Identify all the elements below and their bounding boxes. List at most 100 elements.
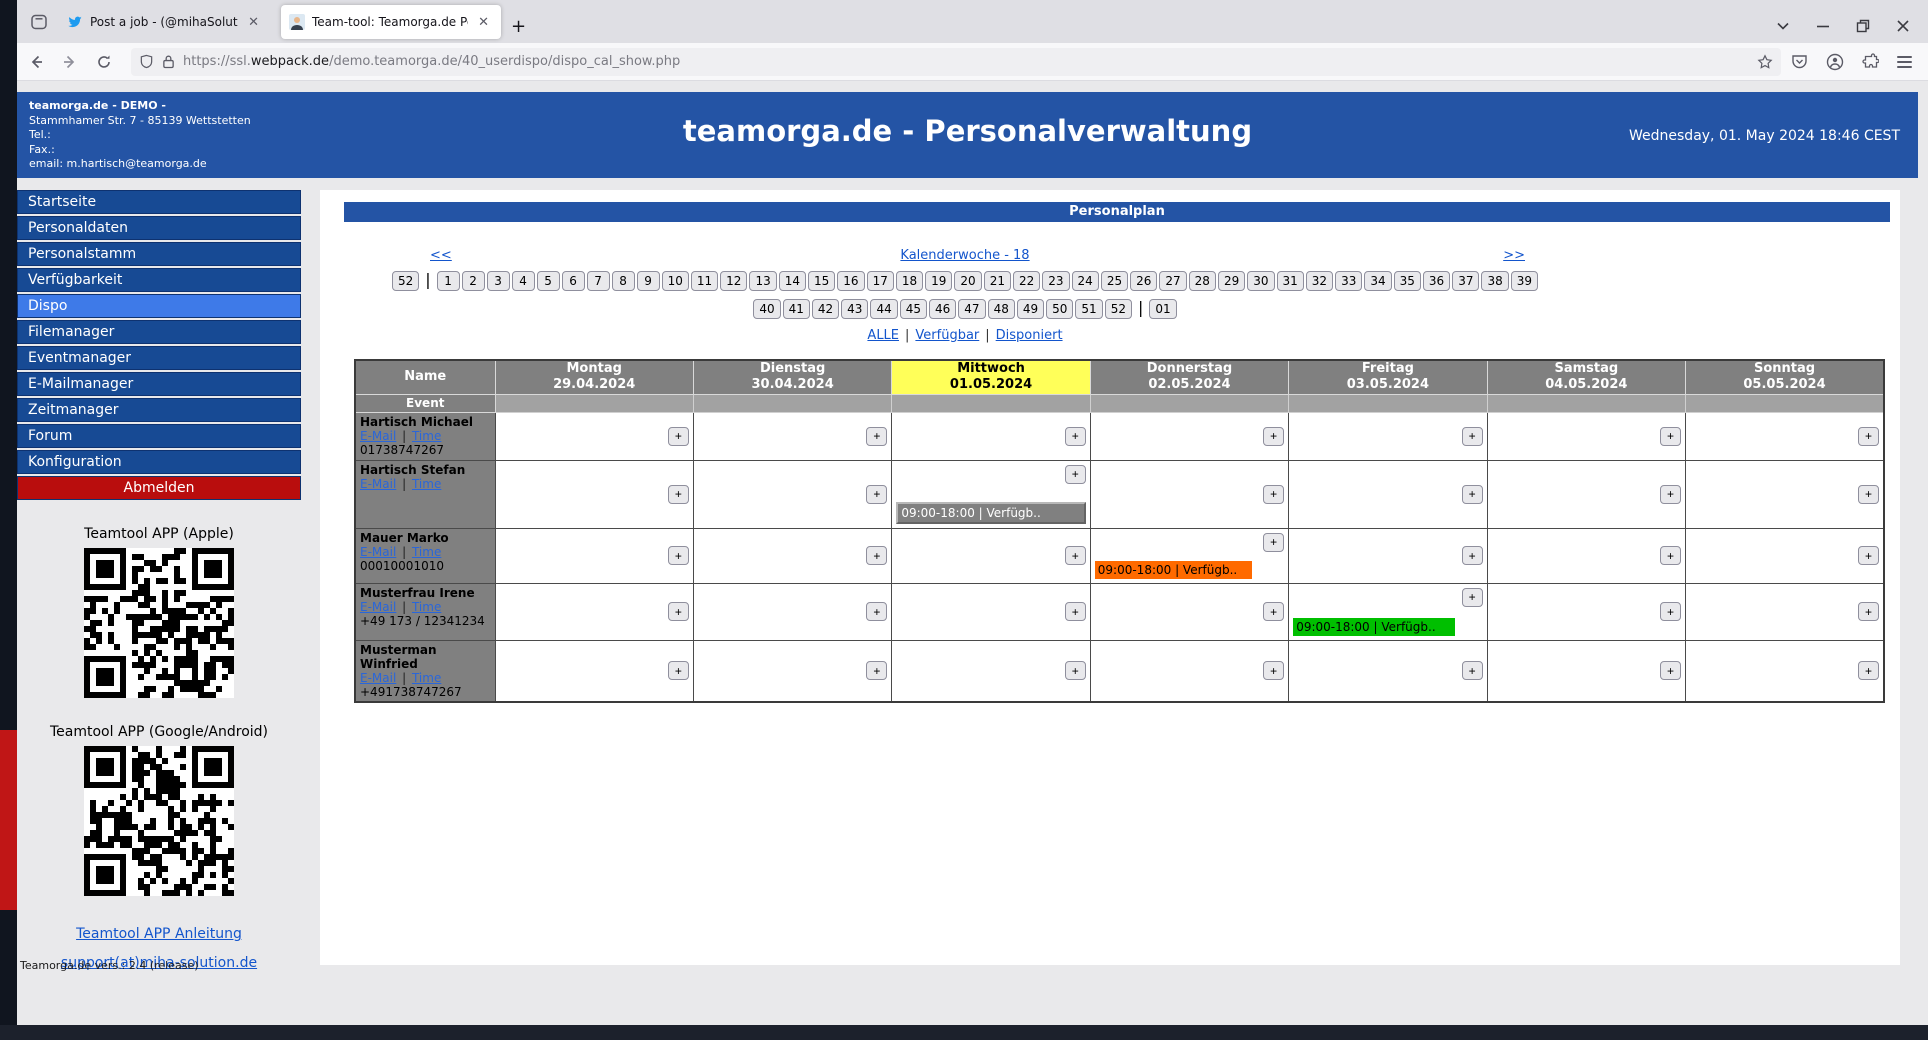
minimize-icon[interactable] [1816, 19, 1830, 33]
forward-icon[interactable] [55, 48, 85, 76]
url-text[interactable]: https://ssl.webpack.de/demo.teamorga.de/… [183, 54, 1751, 69]
time-link[interactable]: Time [412, 600, 441, 614]
sidebar-item-forum[interactable]: Forum [17, 424, 301, 448]
week-button-15[interactable]: 15 [808, 271, 835, 291]
week-button-25[interactable]: 25 [1101, 271, 1128, 291]
week-button-36[interactable]: 36 [1423, 271, 1450, 291]
new-tab-button[interactable]: + [501, 14, 536, 43]
week-button-01[interactable]: 01 [1149, 299, 1176, 319]
lock-icon[interactable] [162, 54, 175, 69]
email-link[interactable]: E-Mail [360, 545, 396, 559]
add-entry-button[interactable]: + [1065, 546, 1086, 565]
menu-hamburger-icon[interactable] [1897, 56, 1912, 68]
sidebar-item-zeitmanager[interactable]: Zeitmanager [17, 398, 301, 422]
add-entry-button[interactable]: + [866, 546, 887, 565]
account-icon[interactable] [1826, 53, 1844, 71]
add-entry-button[interactable]: + [1263, 661, 1284, 680]
week-button-48[interactable]: 48 [988, 299, 1015, 319]
tracking-shield-icon[interactable] [139, 54, 154, 69]
email-link[interactable]: E-Mail [360, 671, 396, 685]
pocket-icon[interactable] [1791, 53, 1808, 70]
add-entry-button[interactable]: + [1660, 427, 1681, 446]
week-button-51[interactable]: 51 [1075, 299, 1102, 319]
tab-teamorga[interactable]: Team-tool: Teamorga.de Person ✕ [281, 5, 501, 39]
add-entry-button[interactable]: + [1660, 602, 1681, 621]
week-button-47[interactable]: 47 [958, 299, 985, 319]
week-button-35[interactable]: 35 [1394, 271, 1421, 291]
close-window-icon[interactable] [1896, 19, 1910, 33]
reload-icon[interactable] [89, 48, 119, 76]
filter-link-disponiert[interactable]: Disponiert [996, 328, 1063, 343]
sidebar-item-dispo[interactable]: Dispo [17, 294, 301, 318]
filter-link-verfügbar[interactable]: Verfügbar [915, 328, 979, 343]
add-entry-button[interactable]: + [1660, 485, 1681, 504]
add-entry-button[interactable]: + [668, 427, 689, 446]
week-button-40[interactable]: 40 [753, 299, 780, 319]
week-button-5[interactable]: 5 [537, 271, 560, 291]
week-button-46[interactable]: 46 [929, 299, 956, 319]
add-entry-button[interactable]: + [668, 661, 689, 680]
sidebar-item-abmelden[interactable]: Abmelden [17, 476, 301, 500]
time-link[interactable]: Time [412, 429, 441, 443]
add-entry-button[interactable]: + [1462, 588, 1483, 607]
email-link[interactable]: E-Mail [360, 429, 396, 443]
sidebar-item-eventmanager[interactable]: Eventmanager [17, 346, 301, 370]
anleitung-link[interactable]: Teamtool APP Anleitung [17, 926, 301, 942]
email-link[interactable]: E-Mail [360, 477, 396, 491]
time-link[interactable]: Time [412, 477, 441, 491]
week-button-13[interactable]: 13 [749, 271, 776, 291]
add-entry-button[interactable]: + [1858, 485, 1879, 504]
add-entry-button[interactable]: + [1263, 427, 1284, 446]
add-entry-button[interactable]: + [1660, 546, 1681, 565]
filter-link-alle[interactable]: ALLE [867, 328, 899, 343]
week-button-27[interactable]: 27 [1159, 271, 1186, 291]
add-entry-button[interactable]: + [668, 485, 689, 504]
add-entry-button[interactable]: + [1858, 661, 1879, 680]
week-button-42[interactable]: 42 [812, 299, 839, 319]
week-button-16[interactable]: 16 [837, 271, 864, 291]
week-button-37[interactable]: 37 [1452, 271, 1479, 291]
add-entry-button[interactable]: + [1462, 427, 1483, 446]
add-entry-button[interactable]: + [668, 546, 689, 565]
week-button-45[interactable]: 45 [900, 299, 927, 319]
week-button-33[interactable]: 33 [1335, 271, 1362, 291]
calendar-week-link[interactable]: Kalenderwoche - 18 [900, 248, 1029, 263]
restore-window-icon[interactable] [1856, 19, 1870, 33]
add-entry-button[interactable]: + [866, 602, 887, 621]
sidebar-item-verf-gbarkeit[interactable]: Verfügbarkeit [17, 268, 301, 292]
week-button-14[interactable]: 14 [779, 271, 806, 291]
firefox-view-icon[interactable] [23, 6, 55, 38]
week-button-43[interactable]: 43 [841, 299, 868, 319]
add-entry-button[interactable]: + [1660, 661, 1681, 680]
week-button-7[interactable]: 7 [587, 271, 610, 291]
week-button-49[interactable]: 49 [1017, 299, 1044, 319]
add-entry-button[interactable]: + [866, 427, 887, 446]
email-link[interactable]: E-Mail [360, 600, 396, 614]
week-button-34[interactable]: 34 [1364, 271, 1391, 291]
sidebar-item-konfiguration[interactable]: Konfiguration [17, 450, 301, 474]
time-link[interactable]: Time [412, 545, 441, 559]
add-entry-button[interactable]: + [866, 661, 887, 680]
tab-close-icon[interactable]: ✕ [244, 13, 263, 32]
add-entry-button[interactable]: + [1263, 533, 1284, 552]
week-button-23[interactable]: 23 [1042, 271, 1069, 291]
week-button-26[interactable]: 26 [1130, 271, 1157, 291]
week-button-9[interactable]: 9 [637, 271, 660, 291]
week-button-41[interactable]: 41 [783, 299, 810, 319]
prev-week-link[interactable]: << [430, 248, 452, 263]
week-button-52[interactable]: 52 [1105, 299, 1132, 319]
tab-post-a-job[interactable]: Post a job - (@mihaSolutions) | ✕ [59, 5, 271, 39]
week-button-28[interactable]: 28 [1189, 271, 1216, 291]
week-button-4[interactable]: 4 [512, 271, 535, 291]
week-button-20[interactable]: 20 [954, 271, 981, 291]
week-button-44[interactable]: 44 [870, 299, 897, 319]
week-button-12[interactable]: 12 [720, 271, 747, 291]
week-button-52[interactable]: 52 [392, 271, 419, 291]
add-entry-button[interactable]: + [1065, 661, 1086, 680]
extensions-puzzle-icon[interactable] [1862, 53, 1879, 70]
sidebar-item-startseite[interactable]: Startseite [17, 190, 301, 214]
back-icon[interactable] [21, 48, 51, 76]
week-button-11[interactable]: 11 [691, 271, 718, 291]
week-button-10[interactable]: 10 [662, 271, 689, 291]
add-entry-button[interactable]: + [1462, 485, 1483, 504]
